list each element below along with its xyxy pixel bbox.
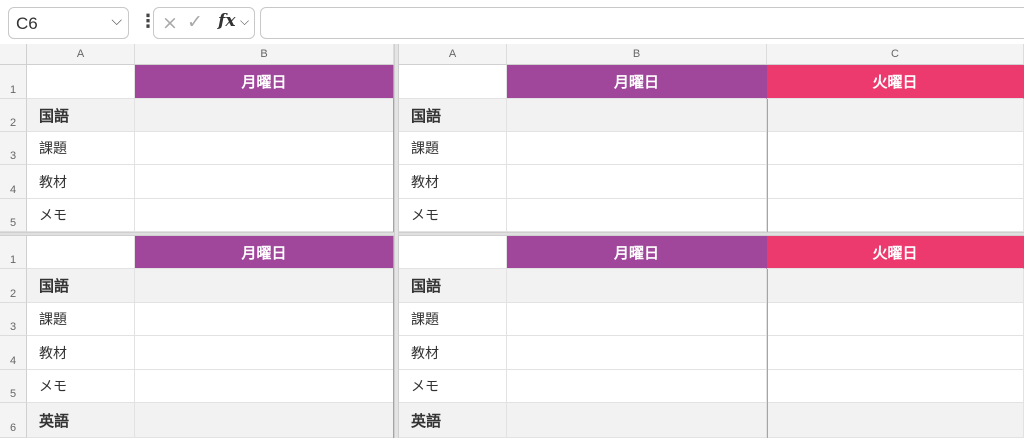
cell-a1[interactable] xyxy=(399,65,507,99)
row-header-4[interactable]: 4 xyxy=(0,165,27,199)
row-header-6[interactable]: 6 xyxy=(0,403,27,438)
cell-a6[interactable]: 英語 xyxy=(399,403,507,438)
formula-bar: C6 ⌵ ⋮ × ✓ fx ⌵ xyxy=(0,0,1024,45)
enter-icon[interactable]: ✓ xyxy=(187,11,203,33)
vertical-split-bar[interactable] xyxy=(394,44,399,438)
cell-a3[interactable]: 課題 xyxy=(399,132,507,165)
cell-a5[interactable]: メモ xyxy=(27,370,135,403)
cell-border-line xyxy=(767,269,768,438)
cell-c2[interactable] xyxy=(767,99,1024,132)
column-header-b[interactable]: B xyxy=(135,44,394,65)
cell-b5[interactable] xyxy=(135,199,394,232)
cancel-icon[interactable]: × xyxy=(162,12,178,34)
cell-a4[interactable]: 教材 xyxy=(27,165,135,199)
pane-bottom-left: 1 2 3 4 5 6 月曜日 国語 課題 教材 メモ 英語 xyxy=(0,236,394,438)
cell-c5[interactable] xyxy=(767,199,1024,232)
horizontal-split-bar[interactable] xyxy=(0,232,1024,236)
cell-c2[interactable] xyxy=(767,269,1024,303)
pane-top-left: A B 1 2 3 4 5 月曜日 国語 課題 教材 メモ xyxy=(0,44,394,232)
row-header-4[interactable]: 4 xyxy=(0,336,27,370)
cell-a3[interactable]: 課題 xyxy=(27,132,135,165)
cell-a1[interactable] xyxy=(27,65,135,99)
row-header-5[interactable]: 5 xyxy=(0,370,27,403)
name-box-value: C6 xyxy=(16,14,38,33)
cell-a5[interactable]: メモ xyxy=(399,199,507,232)
cell-a1[interactable] xyxy=(399,236,507,269)
cell-a4[interactable]: 教材 xyxy=(399,336,507,370)
pane-top-right: A B C 月曜日 火曜日 国語 課題 教材 メモ xyxy=(399,44,1024,232)
cell-b4[interactable] xyxy=(507,165,767,199)
column-header-a[interactable]: A xyxy=(399,44,507,65)
cell-b2[interactable] xyxy=(135,269,394,303)
cell-b1[interactable]: 月曜日 xyxy=(507,236,767,269)
cell-c4[interactable] xyxy=(767,336,1024,370)
cell-b3[interactable] xyxy=(507,303,767,336)
cell-b1[interactable]: 月曜日 xyxy=(135,65,394,99)
cell-b4[interactable] xyxy=(507,336,767,370)
cell-b1[interactable]: 月曜日 xyxy=(507,65,767,99)
cell-b2[interactable] xyxy=(135,99,394,132)
cell-b3[interactable] xyxy=(135,132,394,165)
cell-a2[interactable]: 国語 xyxy=(399,99,507,132)
cell-a3[interactable]: 課題 xyxy=(399,303,507,336)
cell-b4[interactable] xyxy=(135,165,394,199)
cell-a4[interactable]: 教材 xyxy=(399,165,507,199)
pane-bottom-right: 月曜日 火曜日 国語 課題 教材 メモ 英語 xyxy=(399,236,1024,438)
cell-b1[interactable]: 月曜日 xyxy=(135,236,394,269)
cell-b5[interactable] xyxy=(507,199,767,232)
cell-c6[interactable] xyxy=(767,403,1024,438)
row-header-3[interactable]: 3 xyxy=(0,303,27,336)
column-header-c[interactable]: C xyxy=(767,44,1024,65)
cell-c1[interactable]: 火曜日 xyxy=(767,65,1024,99)
row-header-1[interactable]: 1 xyxy=(0,65,27,99)
cell-b3[interactable] xyxy=(507,132,767,165)
cell-b5[interactable] xyxy=(507,370,767,403)
formula-input[interactable] xyxy=(260,7,1024,39)
row-header-1[interactable]: 1 xyxy=(0,236,27,269)
select-all-corner[interactable] xyxy=(0,44,27,65)
row-header-2[interactable]: 2 xyxy=(0,99,27,132)
cell-b6[interactable] xyxy=(507,403,767,438)
row-header-2[interactable]: 2 xyxy=(0,269,27,303)
cell-a5[interactable]: メモ xyxy=(399,370,507,403)
column-header-b[interactable]: B xyxy=(507,44,767,65)
insert-function-icon[interactable]: fx xyxy=(218,11,235,31)
cell-a6[interactable]: 英語 xyxy=(27,403,135,438)
column-header-a[interactable]: A xyxy=(27,44,135,65)
cell-a3[interactable]: 課題 xyxy=(27,303,135,336)
cell-c5[interactable] xyxy=(767,370,1024,403)
cell-a2[interactable]: 国語 xyxy=(27,269,135,303)
cell-c3[interactable] xyxy=(767,303,1024,336)
cell-a5[interactable]: メモ xyxy=(27,199,135,232)
cell-a2[interactable]: 国語 xyxy=(27,99,135,132)
cell-a4[interactable]: 教材 xyxy=(27,336,135,370)
formula-actions: × ✓ fx ⌵ xyxy=(153,7,255,39)
row-header-5[interactable]: 5 xyxy=(0,199,27,232)
cell-a2[interactable]: 国語 xyxy=(399,269,507,303)
chevron-down-icon[interactable]: ⌵ xyxy=(240,14,249,29)
cell-c1[interactable]: 火曜日 xyxy=(767,236,1024,269)
chevron-down-icon[interactable]: ⌵ xyxy=(111,13,122,29)
cell-a1[interactable] xyxy=(27,236,135,269)
name-box[interactable]: C6 ⌵ xyxy=(8,7,129,39)
cell-b4[interactable] xyxy=(135,336,394,370)
cell-b2[interactable] xyxy=(507,269,767,303)
cell-border-line xyxy=(767,99,768,232)
cell-b5[interactable] xyxy=(135,370,394,403)
cell-b3[interactable] xyxy=(135,303,394,336)
cell-b6[interactable] xyxy=(135,403,394,438)
cell-b2[interactable] xyxy=(507,99,767,132)
cell-c4[interactable] xyxy=(767,165,1024,199)
row-header-3[interactable]: 3 xyxy=(0,132,27,165)
cell-c3[interactable] xyxy=(767,132,1024,165)
